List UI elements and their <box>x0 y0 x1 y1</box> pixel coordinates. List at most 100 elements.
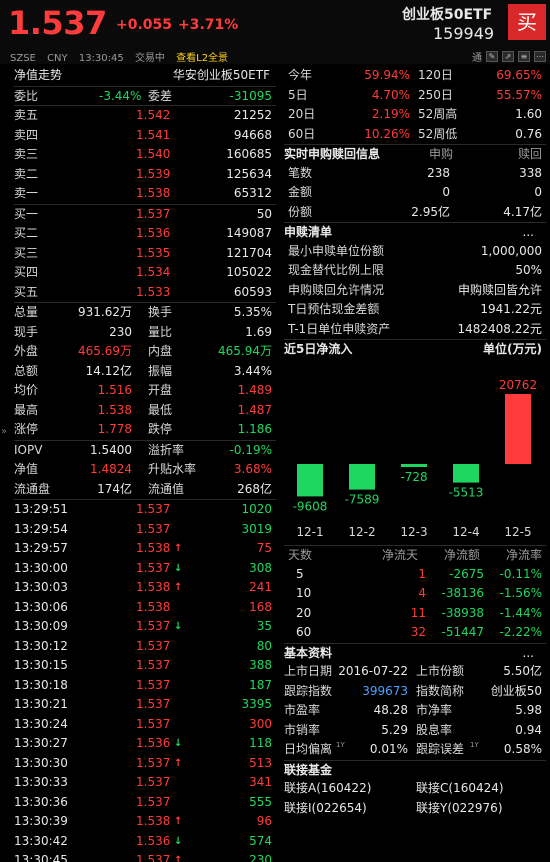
tick-price: 1.537 <box>136 677 171 692</box>
arrow-down-icon: ↓ <box>174 835 183 847</box>
creation-list-more-icon[interactable]: ... <box>523 223 534 243</box>
inflow-bar <box>349 464 375 490</box>
superscript-label: 1Y <box>336 741 345 749</box>
l2-panorama-link[interactable]: 查看L2全景 <box>176 53 228 64</box>
creation-list-value: 50% <box>515 263 542 277</box>
tick-volume: 300 <box>249 716 272 731</box>
tick-volume: 3019 <box>241 521 272 536</box>
flow-days: 5 <box>296 566 304 581</box>
creation-list-row: 最小申赎单位份额 1,000,000 <box>284 242 546 262</box>
inflow-date-label: 12-1 <box>296 525 323 539</box>
ask-price: 1.539 <box>136 166 171 181</box>
inflow-value-label: -5513 <box>449 486 484 500</box>
bid-row[interactable]: 买二 1.536 149087 <box>14 224 276 244</box>
bid-row[interactable]: 买三 1.535 121704 <box>14 244 276 264</box>
basic-label: 股息率 <box>416 722 453 737</box>
tick-time: 13:29:51 <box>14 502 68 516</box>
stat-label: 流通盘 <box>14 481 51 496</box>
ask-row[interactable]: 卖五 1.542 21252 <box>14 106 276 126</box>
stat-value: 5.35% <box>233 305 272 319</box>
ask-volume: 65312 <box>233 186 272 200</box>
arrow-down-icon: ↓ <box>174 621 183 632</box>
stat-row: IOPV 1.5400 溢折率 -0.19% <box>14 441 276 461</box>
linked-fund-link[interactable]: 联接Y(022976) <box>416 799 503 819</box>
basic-label: 上市日期 <box>284 664 333 678</box>
linked-fund-link[interactable]: 联接C(160424) <box>416 779 504 799</box>
bid-row[interactable]: 买一 1.537 50 <box>14 205 276 225</box>
stat-value: 465.69万 <box>78 344 132 358</box>
link-icon[interactable]: ⇗ <box>502 51 514 62</box>
ask-volume: 94668 <box>233 127 272 142</box>
tick-time: 13:30:39 <box>14 814 68 828</box>
flow-rate: -2.22% <box>499 625 542 639</box>
stat-value: 931.62万 <box>78 305 132 319</box>
creation-list-label: 现金替代比例上限 <box>288 263 385 277</box>
basic-value[interactable]: 399673 <box>362 682 408 702</box>
linked-fund-link[interactable]: 联接I(022654) <box>284 799 367 819</box>
flow-title: 近5日净流入 <box>284 342 353 356</box>
tick-volume: 35 <box>256 619 272 633</box>
basic-more-icon[interactable]: ... <box>523 644 534 664</box>
realtime-row: 笔数 238 338 <box>284 164 546 184</box>
flow-count: 4 <box>418 586 426 600</box>
perf-label: 20日 <box>288 107 316 121</box>
creation-list-header: 申赎清单 ... <box>284 222 546 242</box>
bid-row[interactable]: 买五 1.533 60593 <box>14 283 276 303</box>
creation-list-table: 最小申赎单位份额 1,000,000 现金替代比例上限 50% 申购赎回允许情况 申购赎回… <box>284 242 546 340</box>
tick-time: 13:30:03 <box>14 580 68 594</box>
basic-value: 2016-07-22 <box>338 664 408 678</box>
ask-label: 卖一 <box>14 186 39 200</box>
nav-trend-row[interactable]: 净值走势 华安创业板50ETF <box>14 66 276 86</box>
pencil-icon[interactable]: ✎ <box>486 51 498 62</box>
menu-icon[interactable]: ≡ <box>518 51 530 62</box>
flow-row: 5 1 -2675 -0.11% <box>284 565 546 585</box>
tick-row: 13:30:24 1.537 300 <box>14 715 276 735</box>
perf-value: 4.70% <box>371 87 410 102</box>
flow-row: 20 11 -38938 -1.44% <box>284 604 546 624</box>
flow-rate: -1.56% <box>499 586 542 600</box>
weicha-value: -31095 <box>229 88 272 103</box>
perf-label: 52周高 <box>418 107 458 121</box>
inflow-bar <box>401 464 427 467</box>
performance-table: 今年 59.94% 120日 69.65% 5日 4.70% 250日 55.57% 20日 2.… <box>284 66 546 144</box>
stat-label: 总量 <box>14 305 39 319</box>
stat-label: 跌停 <box>148 422 173 436</box>
realtime-subscribe: 2.95亿 <box>411 204 450 219</box>
linked-fund-link[interactable]: 联接A(160422) <box>284 779 371 799</box>
tool-label[interactable]: 通 <box>472 49 482 64</box>
creation-list-row: 现金替代比例上限 50% <box>284 261 546 281</box>
stat-row: 流通盘 174亿 流通值 268亿 <box>14 480 276 500</box>
tick-row: 13:30:45 1.537 ↑ 230 <box>14 851 276 862</box>
ask-row[interactable]: 卖三 1.540 160685 <box>14 145 276 165</box>
tick-row: 13:30:15 1.537 388 <box>14 656 276 676</box>
stat-value: 14.12亿 <box>85 363 132 378</box>
fund-full-name: 华安创业板50ETF <box>172 68 270 82</box>
performance-row: 60日 10.26% 52周低 0.76 <box>284 125 546 145</box>
more-icon[interactable]: ⋯ <box>534 51 546 62</box>
ask-row[interactable]: 卖二 1.539 125634 <box>14 165 276 185</box>
expand-arrow-icon[interactable]: » <box>1 426 7 437</box>
stat-label: 最低 <box>148 402 173 417</box>
bid-label: 买五 <box>14 284 39 299</box>
performance-row: 20日 2.19% 52周高 1.60 <box>284 105 546 125</box>
basic-label: 跟踪指数 <box>284 683 333 698</box>
buy-button[interactable]: 买 <box>508 4 546 40</box>
bid-row[interactable]: 买四 1.534 105022 <box>14 263 276 283</box>
tick-volume: 118 <box>249 736 272 750</box>
stat-value: 1.4824 <box>90 462 132 476</box>
stat-value: -0.19% <box>229 442 272 457</box>
ask-row[interactable]: 卖一 1.538 65312 <box>14 184 276 204</box>
stat-value: 1.69 <box>245 324 272 339</box>
stat-value: 3.68% <box>233 462 272 476</box>
nav-trend-label[interactable]: 净值走势 <box>14 66 62 86</box>
tick-row: 13:30:09 1.537 ↓ 35 <box>14 617 276 637</box>
flow-count: 32 <box>410 625 426 639</box>
tick-time: 13:29:54 <box>14 521 68 536</box>
creation-list-value: 1,000,000 <box>480 243 542 258</box>
tick-volume: 341 <box>249 775 272 789</box>
basic-row: 市盈率 48.28 市净率 5.98 <box>284 701 546 721</box>
stat-row: 总额 14.12亿 振幅 3.44% <box>14 362 276 382</box>
perf-value: 2.19% <box>371 107 410 121</box>
realtime-row: 金额 0 0 <box>284 183 546 203</box>
ask-row[interactable]: 卖四 1.541 94668 <box>14 126 276 146</box>
